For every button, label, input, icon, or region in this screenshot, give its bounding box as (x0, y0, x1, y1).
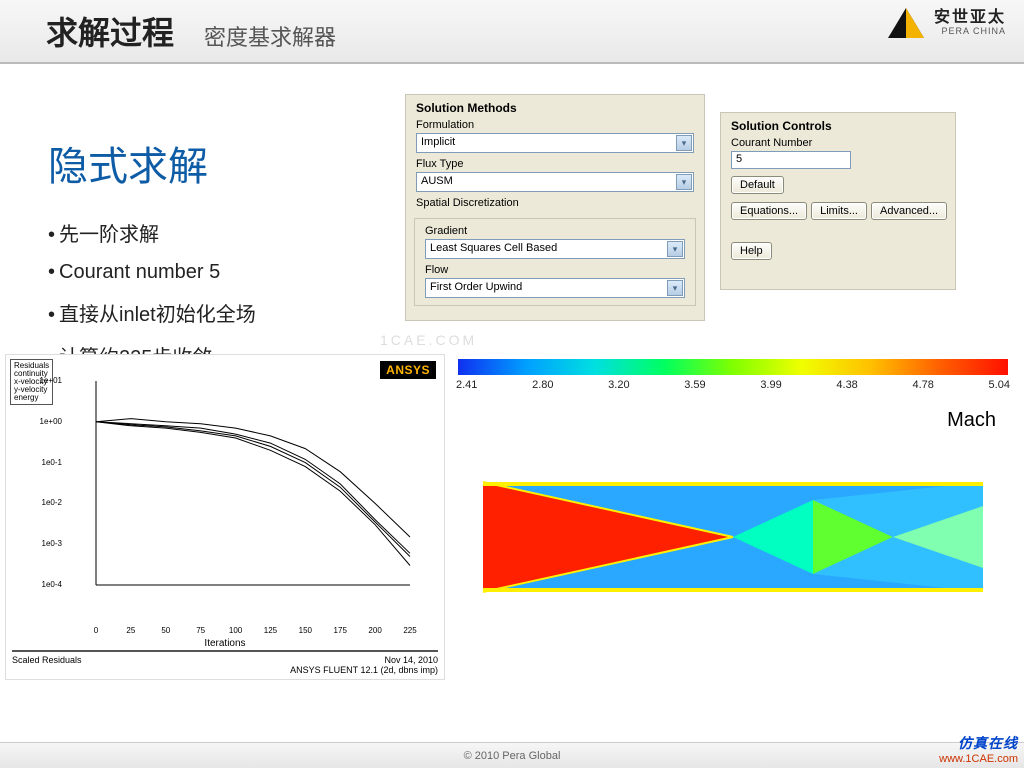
gradient-label: Gradient (415, 223, 695, 238)
copyright: © 2010 Pera Global (464, 750, 561, 762)
gradient-select[interactable]: Least Squares Cell Based▾ (425, 239, 685, 259)
residual-footer-date: Nov 14, 2010 (384, 655, 438, 665)
residual-plot: ANSYS Residualscontinuityx-velocityy-vel… (5, 354, 445, 680)
logo-triangle-icon (886, 6, 926, 40)
watermark-right: 仿真在线 www.1CAE.com (939, 733, 1018, 765)
bullet-item: 直接从inlet初始化全场 (48, 298, 388, 327)
colorbar-ticks: 2.412.803.203.593.994.384.785.04 (456, 379, 1010, 391)
residual-chart (56, 375, 416, 615)
equations-button[interactable]: Equations... (731, 202, 807, 220)
flux-type-label: Flux Type (406, 156, 704, 171)
panel-title: Solution Controls (721, 113, 955, 135)
watermark: 1CAE.COM (380, 332, 477, 348)
logo-text-en: PERA CHINA (934, 26, 1006, 36)
chevron-down-icon: ▾ (676, 174, 692, 190)
x-axis-label: Iterations (6, 638, 444, 649)
advanced-button[interactable]: Advanced... (871, 202, 947, 220)
panel-title: Solution Methods (406, 95, 704, 117)
logo-text-cn: 安世亚太 (934, 10, 1006, 26)
colorbar (458, 359, 1008, 375)
footer: © 2010 Pera Global (0, 742, 1024, 768)
default-button[interactable]: Default (731, 176, 784, 194)
courant-number-label: Courant Number (721, 135, 955, 150)
residual-footer-version: ANSYS FLUENT 12.1 (2d, dbns imp) (290, 665, 438, 675)
page-subtitle: 密度基求解器 (204, 20, 336, 52)
flow-select[interactable]: First Order Upwind▾ (425, 278, 685, 298)
chevron-down-icon: ▾ (667, 241, 683, 257)
spatial-discretization-label: Spatial Discretization (406, 195, 704, 210)
limits-button[interactable]: Limits... (811, 202, 867, 220)
solution-methods-panel: Solution Methods Formulation Implicit▾ F… (405, 94, 705, 321)
flux-type-select[interactable]: AUSM▾ (416, 172, 694, 192)
help-button[interactable]: Help (731, 242, 772, 260)
mach-flow-field (473, 452, 993, 622)
courant-number-input[interactable]: 5 (731, 151, 851, 169)
spatial-discretization-group: Gradient Least Squares Cell Based▾ Flow … (414, 218, 696, 306)
flow-label: Flow (415, 262, 695, 277)
residual-footer-left: Scaled Residuals (12, 655, 82, 675)
chevron-down-icon: ▾ (676, 135, 692, 151)
bullet-item: 先一阶求解 (48, 218, 388, 247)
section-heading: 隐式求解 (48, 134, 388, 192)
formulation-label: Formulation (406, 117, 704, 132)
chevron-down-icon: ▾ (667, 280, 683, 296)
bullet-item: Courant number 5 (48, 261, 388, 284)
mach-label: Mach (450, 409, 996, 432)
title-bar: 求解过程 密度基求解器 安世亚太PERA CHINA (0, 0, 1024, 64)
mach-contour: 2.412.803.203.593.994.384.785.04 Mach (450, 359, 1016, 689)
page-title: 求解过程 (46, 8, 174, 54)
left-content: 隐式求解 先一阶求解 Courant number 5 直接从inlet初始化全… (48, 134, 388, 384)
brand-logo: 安世亚太PERA CHINA (886, 6, 1006, 40)
solution-controls-panel: Solution Controls Courant Number 5 Defau… (720, 112, 956, 290)
formulation-select[interactable]: Implicit▾ (416, 133, 694, 153)
